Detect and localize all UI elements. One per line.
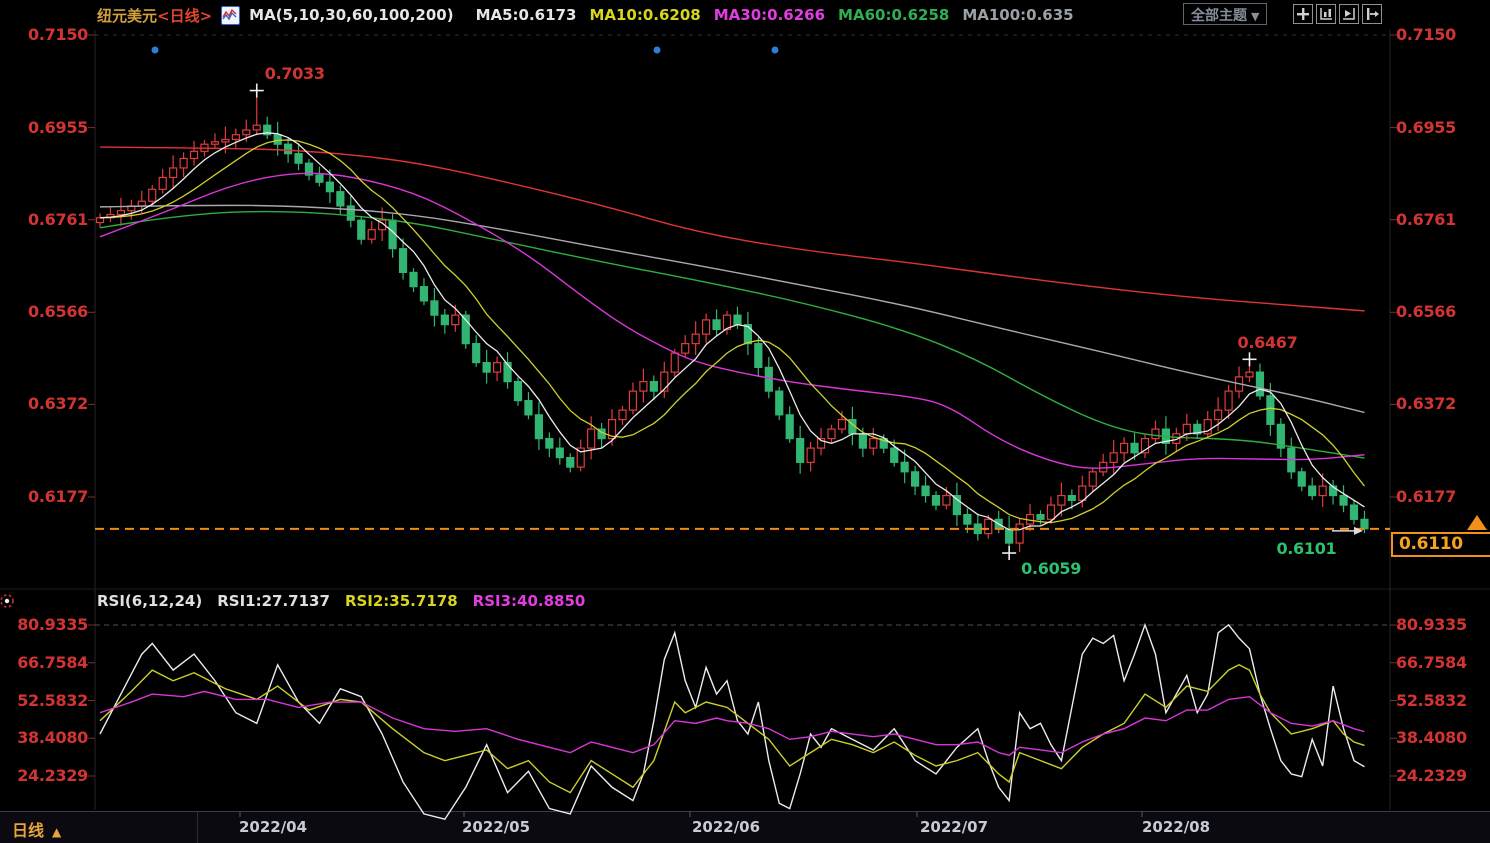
current-price-tag: 0.6110 (1391, 531, 1490, 557)
trading-terminal: 日线 ▲ 2022/04 2022/05 2022/06 2022/07 2022/08 … (0, 0, 1490, 843)
top-legend-bar: 纽元美元<日线> MA(5,10,30,60,100,200) MA5:0.61… (0, 0, 1490, 30)
ma5-line (99, 132, 1365, 531)
right-axis-chart-icon[interactable] (1339, 4, 1359, 24)
move-icon[interactable] (1293, 4, 1313, 24)
price-up-arrow-icon (1467, 515, 1487, 530)
event-dot-marker (653, 46, 661, 54)
annotation-major-low: 0.6059 (1021, 559, 1082, 579)
rsi-params-label: RSI(6,12,24) (97, 592, 203, 610)
symbol-period-tag: <日线> (157, 6, 213, 25)
theme-dropdown-label: 全部主题 (1191, 8, 1247, 24)
annotation-recent-low: 0.6101 (1276, 538, 1337, 558)
ma100-line (99, 204, 1365, 414)
rsi2-value-label: RSI2:35.7178 (344, 592, 458, 610)
pane-split-icon[interactable] (1362, 4, 1382, 24)
left-axis-chart-icon[interactable] (1316, 4, 1336, 24)
ma-legend-item: MA10:0.6208 (589, 6, 701, 24)
chart-canvas[interactable] (0, 0, 1490, 842)
symbol-name: 纽元美元 (97, 6, 158, 25)
rsi1-value-label: RSI1:27.7137 (217, 592, 330, 610)
event-dot-marker (151, 46, 159, 54)
ma-params-label: MA(5,10,30,60,100,200) (249, 6, 454, 24)
rsi-legend-bar: RSI(6,12,24) RSI1:27.7137 RSI2:35.7178 R… (0, 592, 1490, 612)
chevron-down-icon: ▼ (1251, 10, 1260, 23)
rsi-lines-layer (99, 622, 1365, 821)
event-dot-marker (771, 46, 779, 54)
chart-toolbar (1293, 4, 1382, 24)
ma-legend-item: MA60:0.6258 (838, 6, 950, 24)
ma-legend-item: MA100:0.635 (962, 6, 1074, 24)
ma60-line (99, 210, 1365, 459)
ma30-line (99, 172, 1365, 469)
ma10-line (99, 139, 1365, 524)
candlestick-chart-icon[interactable] (221, 5, 241, 25)
candles-layer (95, 90, 1369, 554)
theme-dropdown-button[interactable]: 全部主题 ▼ (1183, 3, 1268, 25)
rsi2-line (99, 663, 1365, 794)
ma200-line (99, 146, 1365, 312)
annotation-swing-high: 0.6467 (1237, 333, 1298, 353)
markers-layer (95, 46, 1487, 561)
ma-legend-values: MA5:0.6173 MA10:0.6208 MA30:0.6266 MA60:0.6… (463, 6, 1074, 24)
ma-lines-layer (99, 132, 1365, 531)
symbol-title: 纽元美元<日线> (97, 5, 212, 26)
annotation-peak-high: 0.7033 (264, 63, 325, 83)
ma-legend-item: MA5:0.6173 (475, 6, 577, 24)
rsi3-value-label: RSI3:40.8850 (472, 592, 586, 610)
ma-legend-item: MA30:0.6266 (713, 6, 826, 24)
